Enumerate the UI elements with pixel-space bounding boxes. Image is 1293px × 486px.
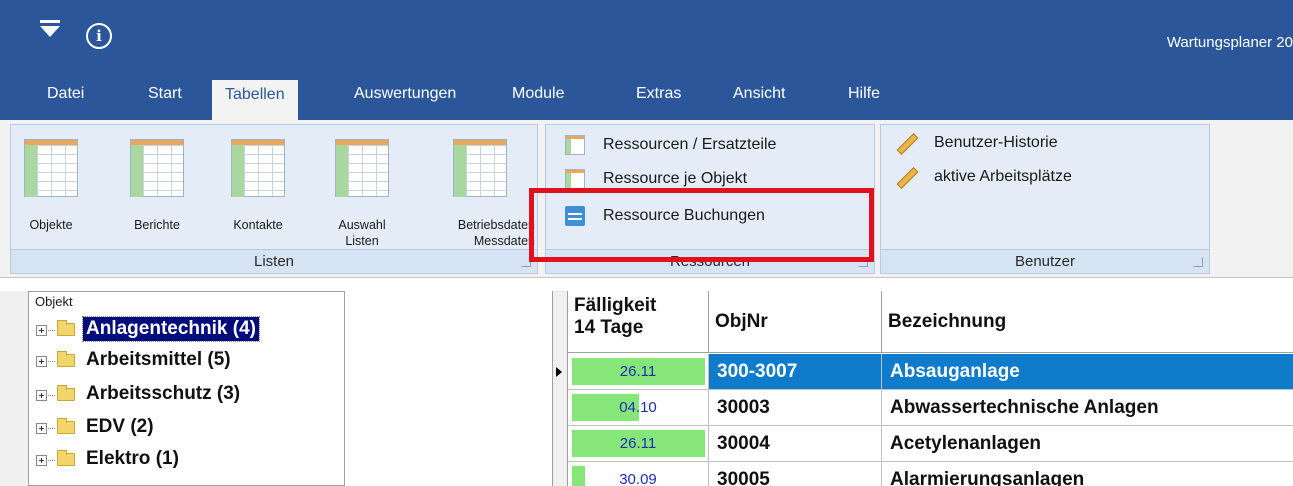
group-label-listen: Listen — [11, 249, 537, 273]
tree-item[interactable]: Anlagentechnik (4) — [29, 314, 344, 346]
table-row[interactable]: 26.11 300-3007 Absauganlage — [568, 354, 1293, 390]
group-listen: Objekte Berichte Kontakte Auswahl Listen… — [10, 124, 538, 274]
kontakte-button[interactable]: Kontakte — [220, 133, 296, 251]
highlight-box — [529, 188, 874, 262]
column-header-objnr[interactable]: ObjNr — [709, 291, 882, 353]
menu-bar: Datei Start Tabellen Auswertungen Module… — [0, 78, 1293, 120]
tree-item[interactable]: EDV (2) — [29, 412, 344, 444]
window-title: Wartungsplaner 20 — [1166, 34, 1293, 51]
menu-ansicht[interactable]: Ansicht — [733, 78, 785, 120]
expand-icon[interactable] — [36, 455, 47, 466]
objekte-label: Objekte — [29, 218, 73, 232]
due-date: 26.11 — [619, 363, 657, 380]
due-cell: 30.09 — [568, 462, 709, 486]
row-indicator-column — [553, 291, 568, 486]
table-row[interactable]: 04.10 30003 Abwassertechnische Anlagen — [568, 390, 1293, 426]
table-icon — [335, 139, 389, 197]
table-icon — [565, 169, 585, 189]
due-cell: 04.10 — [568, 390, 709, 425]
due-date: 26.11 — [619, 435, 657, 452]
ressourcen-ersatzteile-label: Ressourcen / Ersatzteile — [603, 136, 777, 153]
bezeichnung-cell: Absauganlage — [890, 361, 1020, 382]
bezeichnung-cell: Alarmierungsanlagen — [890, 469, 1085, 486]
title-bar: i Wartungsplaner 20 — [0, 0, 1293, 78]
bezeichnung-cell: Abwassertechnische Anlagen — [890, 397, 1159, 418]
group-label-benutzer: Benutzer — [881, 249, 1209, 273]
benutzer-historie-label: Benutzer-Historie — [934, 134, 1058, 151]
tree-gutter — [0, 291, 28, 486]
table-icon — [130, 139, 184, 197]
group-benutzer: Benutzer-Historie aktive Arbeitsplätze B… — [880, 124, 1210, 274]
table-icon — [565, 135, 585, 155]
due-date: 30.09 — [619, 471, 657, 486]
menu-start[interactable]: Start — [148, 78, 182, 120]
tree-item-label: Arbeitsschutz (3) — [86, 383, 241, 404]
tree-item-label: Arbeitsmittel (5) — [86, 349, 231, 370]
table-row[interactable]: 30.09 30005 Alarmierungsanlagen — [568, 462, 1293, 486]
due-progress-bar — [572, 466, 585, 486]
tree-item[interactable]: Elektro (1) — [29, 444, 344, 476]
berichte-label: Berichte — [134, 218, 180, 232]
menu-datei[interactable]: Datei — [47, 78, 84, 120]
expand-icon[interactable] — [36, 390, 47, 401]
tree-item-label: EDV (2) — [86, 416, 154, 437]
objnr-cell: 30005 — [709, 462, 882, 486]
menu-module[interactable]: Module — [512, 78, 564, 120]
objnr-cell: 30003 — [709, 390, 882, 425]
table-icon — [24, 139, 78, 197]
table-icon — [231, 139, 285, 197]
tree-header: Objekt — [35, 294, 73, 309]
kontakte-label: Kontakte — [233, 218, 283, 232]
expand-icon[interactable] — [36, 423, 47, 434]
folder-icon — [57, 385, 75, 401]
pencil-icon — [896, 133, 916, 153]
berichte-button[interactable]: Berichte — [119, 133, 195, 251]
tree-item[interactable]: Arbeitsschutz (3) — [29, 379, 344, 411]
pencil-icon — [896, 167, 916, 187]
dialog-launcher-icon[interactable] — [1193, 257, 1203, 267]
folder-icon — [57, 320, 75, 336]
expand-icon[interactable] — [36, 325, 47, 336]
objekte-button[interactable]: Objekte — [13, 133, 89, 251]
column-header-label: ObjNr — [715, 311, 768, 332]
table-icon — [453, 139, 507, 197]
object-grid: Fälligkeit 14 Tage ObjNr Bezeichnung 26.… — [552, 291, 1293, 486]
aktive-arbeitsplaetze-label: aktive Arbeitsplätze — [934, 168, 1072, 185]
due-cell: 26.11 — [568, 426, 709, 461]
auswahl-listen-button[interactable]: Auswahl Listen — [324, 133, 400, 251]
menu-tabellen[interactable]: Tabellen — [212, 80, 298, 120]
objnr-cell: 300-3007 — [709, 354, 882, 389]
quick-access-dropdown-icon[interactable] — [40, 20, 60, 37]
tree-item-label: Elektro (1) — [86, 448, 179, 469]
folder-icon — [57, 418, 75, 434]
bezeichnung-cell: Acetylenanlagen — [890, 433, 1041, 454]
table-row[interactable]: 26.11 30004 Acetylenanlagen — [568, 426, 1293, 462]
column-header-faelligkeit[interactable]: Fälligkeit 14 Tage — [568, 291, 709, 353]
object-tree: Objekt Anlagentechnik (4) Arbeitsmittel … — [28, 291, 345, 486]
info-icon[interactable]: i — [86, 23, 112, 49]
auswahl-listen-label: Auswahl Listen — [338, 218, 386, 248]
folder-icon — [57, 450, 75, 466]
current-row-marker-icon — [556, 367, 562, 377]
due-cell: 26.11 — [568, 354, 709, 389]
menu-extras[interactable]: Extras — [636, 78, 681, 120]
menu-hilfe[interactable]: Hilfe — [848, 78, 880, 120]
column-header-label: Bezeichnung — [888, 311, 1007, 332]
menu-auswertungen[interactable]: Auswertungen — [354, 78, 456, 120]
due-date: 04.10 — [619, 399, 657, 416]
expand-icon[interactable] — [36, 356, 47, 367]
tree-item-label: Anlagentechnik (4) — [82, 316, 260, 342]
folder-icon — [57, 351, 75, 367]
column-header-bezeichnung[interactable]: Bezeichnung — [882, 291, 1293, 353]
tree-item[interactable]: Arbeitsmittel (5) — [29, 345, 344, 377]
column-header-label: Fälligkeit 14 Tage — [574, 295, 657, 338]
betriebsdaten-label: Betriebsdaten Messdaten — [457, 218, 535, 248]
betriebsdaten-button[interactable]: Betriebsdaten Messdaten — [425, 133, 535, 251]
objnr-cell: 30004 — [709, 426, 882, 461]
